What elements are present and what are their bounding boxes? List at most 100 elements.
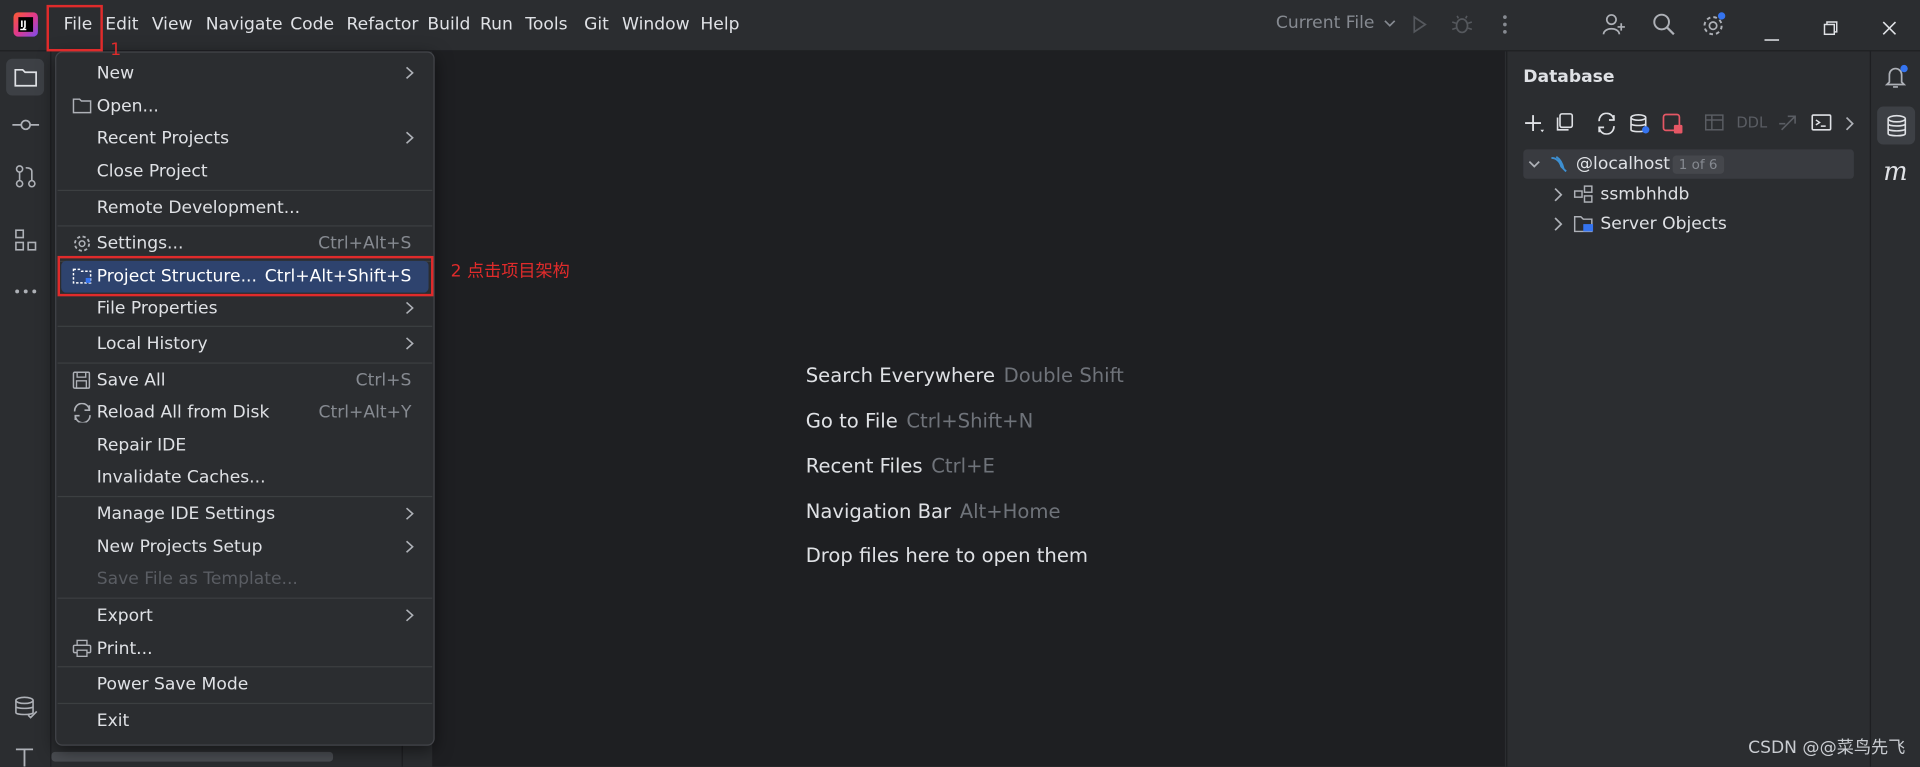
ddl-button[interactable]: DDL <box>1736 114 1767 131</box>
intellij-logo-icon[interactable]: IJ <box>13 12 38 41</box>
menu-item-local-history[interactable]: Local History <box>61 328 428 360</box>
refresh-icon[interactable] <box>1596 112 1618 135</box>
menu-window[interactable]: Window <box>622 15 690 35</box>
menu-item-recent-projects[interactable]: Recent Projects <box>61 122 428 154</box>
title-bar: IJ File Edit View Navigate Code Refactor… <box>0 0 1920 52</box>
menu-git[interactable]: Git <box>584 15 609 35</box>
submenu-arrow-icon <box>405 66 414 79</box>
mysql-icon <box>1551 155 1567 173</box>
database-icon <box>1887 114 1907 137</box>
menu-separator <box>57 597 433 599</box>
debug-icon[interactable] <box>1451 13 1473 40</box>
menu-refactor[interactable]: Refactor <box>347 15 419 35</box>
database-changes-icon[interactable] <box>13 696 38 720</box>
menu-item-file-properties[interactable]: File Properties <box>61 293 428 325</box>
server-folder-icon <box>1573 216 1594 233</box>
save-icon <box>72 371 91 389</box>
more-vertical-icon[interactable] <box>1501 13 1508 40</box>
more-tools-icon[interactable] <box>13 288 37 295</box>
folder-icon <box>72 98 92 114</box>
copy-icon[interactable] <box>1555 113 1575 133</box>
annotation-box-file-menu <box>46 4 103 52</box>
disconnect-icon[interactable] <box>1662 113 1684 135</box>
tree-label-localhost: @localhost <box>1575 154 1671 174</box>
left-tool-bar <box>0 51 52 767</box>
menu-item-print[interactable]: Print... <box>61 633 428 665</box>
table-view-icon[interactable] <box>1704 113 1724 133</box>
tree-row-server-objects[interactable]: Server Objects <box>1523 209 1854 238</box>
minimize-icon[interactable] <box>1764 23 1780 46</box>
tree-row-ssmbhhdb[interactable]: ssmbhhdb <box>1523 180 1854 209</box>
pull-requests-icon[interactable] <box>15 164 37 188</box>
datasource-properties-icon[interactable] <box>1629 113 1651 135</box>
hint-recent-files: Recent Files Ctrl+E <box>805 454 995 478</box>
menu-view[interactable]: View <box>152 15 193 35</box>
menu-navigate[interactable]: Navigate <box>206 15 283 35</box>
menu-item-exit[interactable]: Exit <box>61 705 428 737</box>
structure-icon[interactable] <box>15 229 37 251</box>
maven-icon[interactable]: m <box>1883 157 1907 186</box>
database-tool-button[interactable] <box>1877 106 1916 145</box>
menu-separator <box>57 325 433 327</box>
svg-text:IJ: IJ <box>20 20 26 30</box>
menu-separator <box>57 362 433 364</box>
menu-item-export[interactable]: Export <box>61 600 428 632</box>
submenu-arrow-icon <box>405 337 414 350</box>
chevron-right-icon[interactable] <box>1553 217 1563 232</box>
menu-item-new-projects-setup[interactable]: New Projects Setup <box>61 531 428 563</box>
settings-update-icon[interactable] <box>1701 11 1728 43</box>
horizontal-scrollbar[interactable] <box>51 751 334 762</box>
menu-item-invalidate-caches[interactable]: Invalidate Caches... <box>61 462 428 494</box>
menu-item-save-all[interactable]: Save All Ctrl+S <box>61 365 428 397</box>
menu-run[interactable]: Run <box>480 15 513 35</box>
menu-item-new[interactable]: New <box>61 58 428 90</box>
hint-search-everywhere: Search Everywhere Double Shift <box>805 363 1124 387</box>
chevron-down-icon <box>1384 20 1396 27</box>
add-icon[interactable] <box>1523 113 1545 135</box>
chevron-right-icon[interactable] <box>1844 116 1854 131</box>
menu-item-reload-all[interactable]: Reload All from Disk Ctrl+Alt+Y <box>61 397 428 429</box>
jump-to-console-icon[interactable] <box>1778 113 1800 135</box>
print-icon <box>72 639 92 658</box>
menu-item-open[interactable]: Open... <box>61 91 428 123</box>
hint-go-to-file: Go to File Ctrl+Shift+N <box>805 408 1034 433</box>
commit-icon[interactable] <box>12 116 40 133</box>
terminal-icon[interactable] <box>13 744 37 767</box>
run-config-selector[interactable]: Current File <box>1276 13 1396 33</box>
menu-item-manage-ide-settings[interactable]: Manage IDE Settings <box>61 498 428 530</box>
chevron-down-icon[interactable] <box>1528 159 1540 169</box>
menu-separator <box>57 189 433 192</box>
annotation-box-project-structure <box>57 255 434 297</box>
menu-tools[interactable]: Tools <box>525 15 567 35</box>
project-tool-button[interactable] <box>6 58 45 96</box>
hint-drop-files: Drop files here to open them <box>805 543 1088 567</box>
submenu-arrow-icon <box>405 507 414 520</box>
close-window-icon[interactable] <box>1882 17 1897 40</box>
file-menu-dropdown: New Open... Recent Projects Close Projec… <box>55 51 435 746</box>
run-icon[interactable] <box>1409 15 1429 39</box>
menu-separator <box>57 495 433 498</box>
menu-help[interactable]: Help <box>700 15 739 35</box>
database-pane: Database DDL @localhost 1 of 6 ssmbhhdb … <box>1506 51 1870 767</box>
submenu-arrow-icon <box>405 540 414 553</box>
menu-item-repair-ide[interactable]: Repair IDE <box>61 430 428 462</box>
reload-icon <box>73 402 91 423</box>
menu-item-close-project[interactable]: Close Project <box>61 156 428 188</box>
add-user-icon[interactable] <box>1602 12 1626 41</box>
search-icon[interactable] <box>1652 12 1676 41</box>
menu-item-settings[interactable]: Settings... Ctrl+Alt+S <box>61 228 428 260</box>
menu-code[interactable]: Code <box>290 15 334 35</box>
menu-edit[interactable]: Edit <box>105 15 138 35</box>
notifications-icon[interactable] <box>1883 64 1910 91</box>
menu-item-power-save-mode[interactable]: Power Save Mode <box>61 669 428 701</box>
console-icon[interactable] <box>1811 113 1833 133</box>
menu-separator <box>57 225 433 227</box>
submenu-arrow-icon <box>405 609 414 622</box>
menu-item-save-file-as-template: Save File as Template... <box>96 569 298 589</box>
folder-icon <box>14 68 37 87</box>
tree-row-localhost[interactable]: @localhost 1 of 6 <box>1523 149 1854 179</box>
chevron-right-icon[interactable] <box>1553 187 1563 202</box>
restore-icon[interactable] <box>1823 17 1838 40</box>
menu-build[interactable]: Build <box>427 15 470 35</box>
menu-item-remote-development[interactable]: Remote Development... <box>61 192 428 224</box>
